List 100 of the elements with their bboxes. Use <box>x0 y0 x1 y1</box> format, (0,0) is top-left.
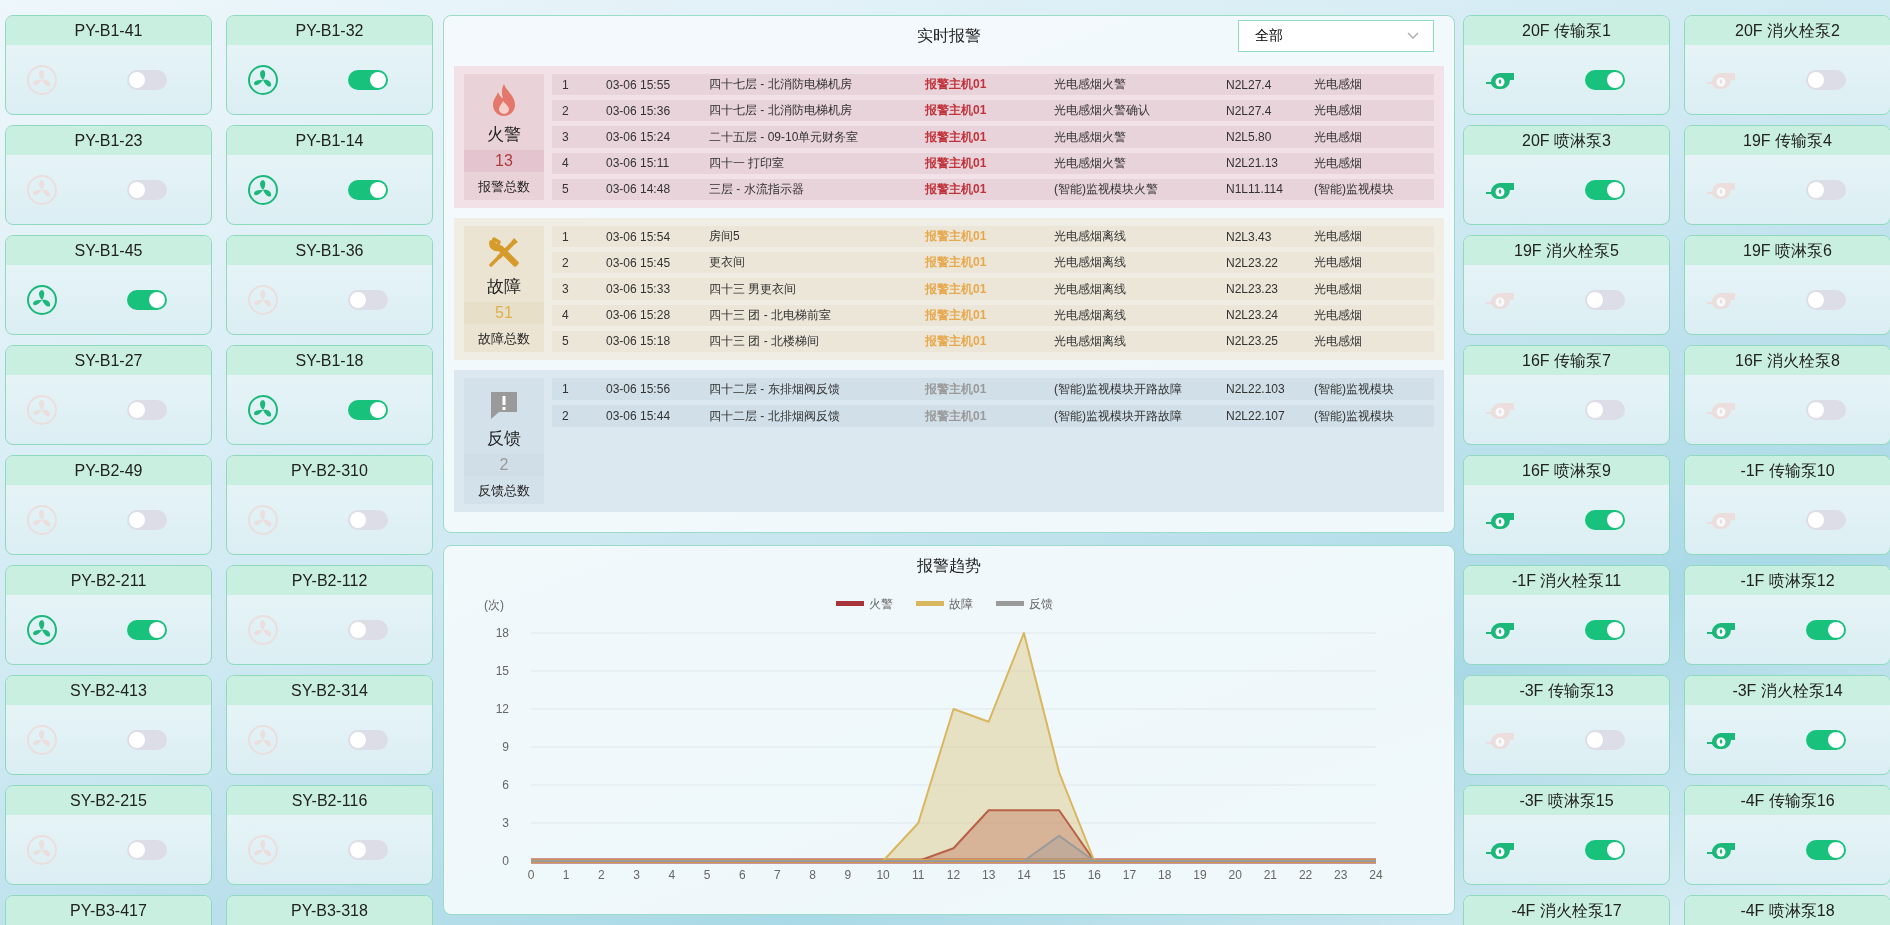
row-index: 1 <box>562 77 570 92</box>
alarm-row[interactable]: 4 03-06 15:28 四十三 团 - 北电梯前室 报警主机01 光电感烟离线 N2L23.24 光电感烟 <box>552 304 1434 326</box>
device-name: PY-B2-211 <box>6 566 211 595</box>
toggle-switch[interactable] <box>1585 509 1625 530</box>
device-name: SY-B2-215 <box>6 786 211 815</box>
device-name: -4F 喷淋泵18 <box>1685 896 1890 925</box>
alarm-host: 报警主机01 <box>925 306 988 324</box>
alarm-host: 报警主机01 <box>925 254 988 272</box>
x-tick-label: 14 <box>1017 868 1031 882</box>
toggle-switch[interactable] <box>348 509 388 530</box>
toggle-switch[interactable] <box>1806 289 1846 310</box>
legend-item[interactable]: 故障 <box>916 597 973 611</box>
fan-icon <box>247 503 279 536</box>
device-name: SY-B1-45 <box>6 236 211 265</box>
x-tick-label: 1 <box>562 868 570 882</box>
toggle-switch[interactable] <box>348 289 388 310</box>
toggle-switch[interactable] <box>348 839 388 860</box>
toggle-switch[interactable] <box>1806 509 1846 530</box>
x-tick-label: 0 <box>527 868 535 882</box>
alarm-row[interactable]: 1 03-06 15:55 四十七层 - 北消防电梯机房 报警主机01 光电感烟火警 N2L27.4 光电感烟 <box>552 74 1434 96</box>
toggle-switch[interactable] <box>1806 839 1846 860</box>
toggle-switch[interactable] <box>127 619 167 640</box>
category-count: 51 <box>464 302 544 324</box>
message-icon <box>488 389 520 421</box>
toggle-switch[interactable] <box>127 839 167 860</box>
fan-icon <box>26 173 58 206</box>
device-code: N2L23.25 <box>1226 334 1280 349</box>
toggle-switch[interactable] <box>348 729 388 750</box>
alarm-row[interactable]: 1 03-06 15:54 房间5 报警主机01 光电感烟离线 N2L3.43 光电感烟 <box>552 226 1434 248</box>
device-code: N2L21.13 <box>1226 156 1280 171</box>
alarm-event: 光电感烟火警确认 <box>1054 102 1151 120</box>
toggle-switch[interactable] <box>1585 179 1625 200</box>
alarm-host: 报警主机01 <box>925 380 988 398</box>
toggle-switch[interactable] <box>127 179 167 200</box>
toggle-switch[interactable] <box>1806 179 1846 200</box>
alarm-location: 三层 - 水流指示器 <box>709 180 805 198</box>
filter-dropdown[interactable]: 全部 <box>1238 20 1434 52</box>
alarm-row[interactable]: 5 03-06 15:18 四十三 团 - 北楼梯间 报警主机01 光电感烟离线 N2L23.25 光电感烟 <box>552 330 1434 352</box>
category-count: 13 <box>464 150 544 172</box>
fan-icon <box>247 393 279 426</box>
device-name: PY-B1-32 <box>227 16 432 45</box>
alarm-row[interactable]: 1 03-06 15:56 四十二层 - 东排烟阀反馈 报警主机01 (智能)监视模块开路故障 N2L22.103 (智能)监视模块 <box>552 378 1434 400</box>
alarm-host: 报警主机01 <box>925 228 988 246</box>
toggle-switch[interactable] <box>1585 399 1625 420</box>
toggle-switch[interactable] <box>348 399 388 420</box>
alarm-time: 03-06 15:11 <box>606 156 671 171</box>
row-index: 4 <box>562 156 570 171</box>
fan-icon <box>26 723 58 756</box>
x-tick-label: 16 <box>1087 868 1101 882</box>
device-name: -1F 传输泵10 <box>1685 456 1890 485</box>
device-name: 20F 消火栓泵2 <box>1685 16 1890 45</box>
toggle-switch[interactable] <box>348 179 388 200</box>
alarm-row[interactable]: 2 03-06 15:45 更衣间 报警主机01 光电感烟离线 N2L23.22 光电感烟 <box>552 252 1434 274</box>
legend-item[interactable]: 反馈 <box>996 597 1053 611</box>
toggle-switch[interactable] <box>1806 69 1846 90</box>
x-tick-label: 4 <box>668 868 676 882</box>
alarm-row[interactable]: 3 03-06 15:33 四十三 男更衣间 报警主机01 光电感烟离线 N2L23.23 光电感烟 <box>552 278 1434 300</box>
alarm-row[interactable]: 2 03-06 15:44 四十二层 - 北排烟阀反馈 报警主机01 (智能)监视模块开路故障 N2L22.107 (智能)监视模块 <box>552 405 1434 427</box>
toggle-switch[interactable] <box>127 729 167 750</box>
legend-item[interactable]: 火警 <box>836 597 893 611</box>
row-index: 3 <box>562 130 570 144</box>
device-name: PY-B1-14 <box>227 126 432 155</box>
toggle-switch[interactable] <box>127 399 167 420</box>
y-tick-label: 18 <box>495 626 509 640</box>
row-index: 1 <box>562 382 570 396</box>
alarm-event: 光电感烟离线 <box>1054 280 1127 298</box>
x-tick-label: 7 <box>774 868 781 882</box>
device-name: 19F 消火栓泵5 <box>1464 236 1669 265</box>
toggle-switch[interactable] <box>1585 619 1625 640</box>
toggle-switch[interactable] <box>1806 399 1846 420</box>
toggle-switch[interactable] <box>1585 729 1625 750</box>
toggle-switch[interactable] <box>1585 69 1625 90</box>
fan-icon <box>247 63 279 96</box>
alarm-row[interactable]: 2 03-06 15:36 四十七层 - 北消防电梯机房 报警主机01 光电感烟火警确认 N2L27.4 光电感烟 <box>552 100 1434 122</box>
device-type: 光电感烟 <box>1314 154 1363 172</box>
toggle-switch[interactable] <box>1585 289 1625 310</box>
x-tick-label: 23 <box>1334 868 1348 882</box>
fan-icon <box>247 173 279 206</box>
device-name: SY-B2-116 <box>227 786 432 815</box>
alarm-event: 光电感烟离线 <box>1054 228 1127 246</box>
device-code: N2L27.4 <box>1226 77 1273 92</box>
toggle-switch[interactable] <box>1585 839 1625 860</box>
alarm-row[interactable]: 4 03-06 15:11 四十一 打印室 报警主机01 光电感烟火警 N2L21.13 光电感烟 <box>552 152 1434 174</box>
toggle-switch[interactable] <box>127 69 167 90</box>
caret-icon <box>1407 32 1419 40</box>
toggle-switch[interactable] <box>1806 619 1846 640</box>
device-name: SY-B1-36 <box>227 236 432 265</box>
toggle-switch[interactable] <box>127 509 167 530</box>
toggle-switch[interactable] <box>1806 729 1846 750</box>
alarm-row[interactable]: 5 03-06 14:48 三层 - 水流指示器 报警主机01 (智能)监视模块火警 N1L11.114 (智能)监视模块 <box>552 178 1434 200</box>
toggle-switch[interactable] <box>127 289 167 310</box>
alarm-event: 光电感烟火警 <box>1054 154 1127 172</box>
device-name: -1F 喷淋泵12 <box>1685 566 1890 595</box>
alarm-event: 光电感烟离线 <box>1054 254 1127 272</box>
toggle-switch[interactable] <box>348 69 388 90</box>
toggle-switch[interactable] <box>348 619 388 640</box>
alarm-time: 03-06 14:48 <box>606 182 672 197</box>
alarm-host: 报警主机01 <box>925 280 988 298</box>
alarm-row[interactable]: 3 03-06 15:24 二十五层 - 09-10单元财务室 报警主机01 光电感烟火警 N2L5.80 光电感烟 <box>552 126 1434 148</box>
alarm-event: 光电感烟离线 <box>1054 332 1127 350</box>
